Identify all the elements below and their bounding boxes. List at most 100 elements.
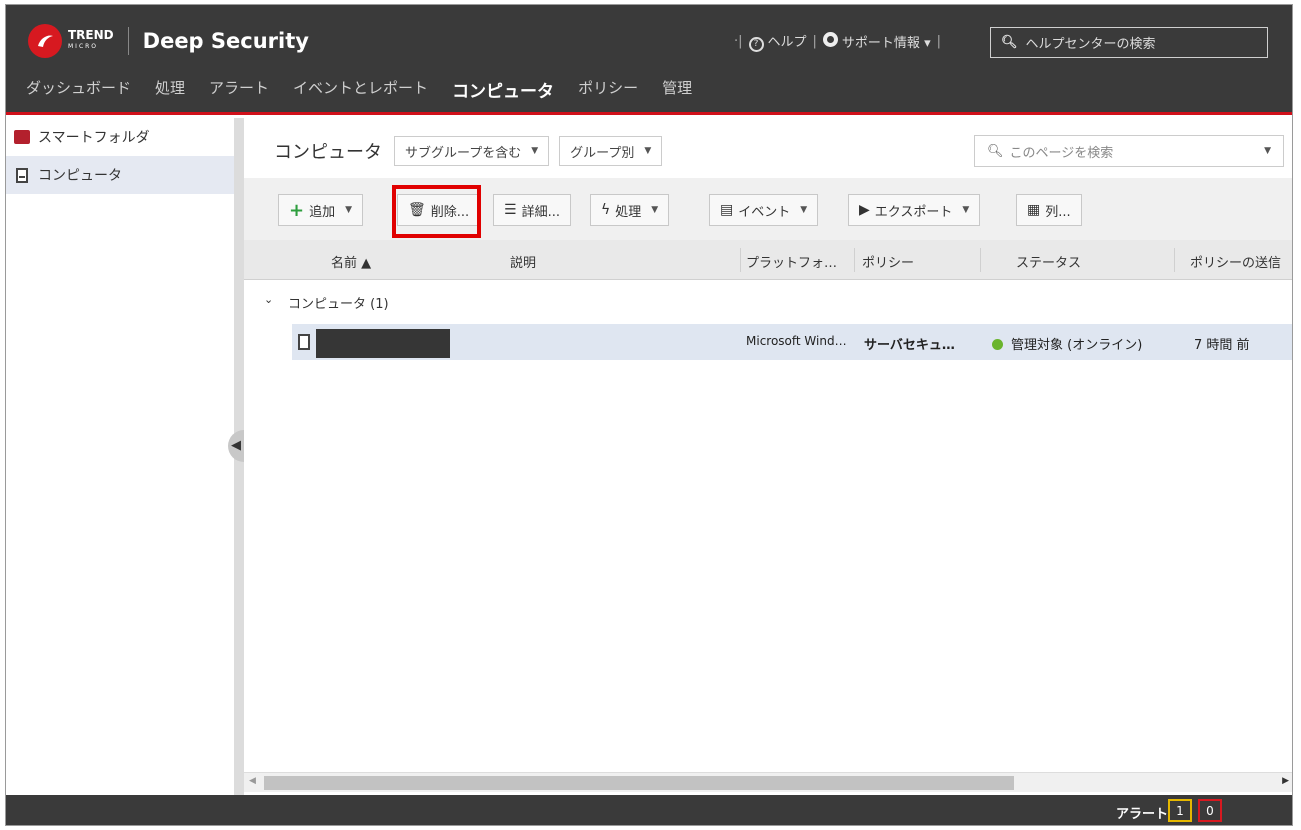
subgroup-value: サブグループを含む <box>405 145 522 161</box>
delete-highlight-box <box>392 185 481 238</box>
help-link[interactable]: ? ヘルプ <box>748 31 807 52</box>
search-icon: 🔍︎ <box>1001 35 1018 50</box>
brand[interactable]: TREND MICRO Deep Security <box>28 23 309 59</box>
column-status[interactable]: ステータス <box>1016 252 1081 271</box>
nav-administration[interactable]: 管理 <box>662 77 692 102</box>
chevron-left-icon: ◀ <box>231 438 241 453</box>
scrollbar-thumb[interactable] <box>264 776 1014 790</box>
column-policy-sent[interactable]: ポリシーの送信 <box>1190 252 1281 271</box>
column-description[interactable]: 説明 <box>510 252 536 271</box>
subgroup-dropdown[interactable]: サブグループを含む ▼ <box>394 136 550 166</box>
sidebar: スマートフォルダ コンピュータ <box>6 118 234 795</box>
table-row[interactable]: Microsoft Wind… サーバセキュ… 管理対象 (オンライン) 7 時… <box>292 324 1292 360</box>
support-label: サポート情報 <box>841 36 920 51</box>
page-search-placeholder: このページを検索 <box>1009 145 1114 161</box>
columns-button[interactable]: ▦ 列... <box>1016 194 1082 226</box>
sidebar-item-smart-folders[interactable]: スマートフォルダ <box>6 118 234 156</box>
chevron-down-icon: ▼ <box>345 205 353 215</box>
smart-folder-icon <box>14 130 30 144</box>
product-name: Deep Security <box>142 29 309 53</box>
help-label: ヘルプ <box>767 35 807 50</box>
cell-status: 管理対象 (オンライン) <box>992 334 1142 353</box>
column-platform[interactable]: プラットフォ… <box>746 252 837 271</box>
columns-icon: ▦ <box>1027 202 1041 218</box>
table-header: 名前 ▲ 説明 プラットフォ… ポリシー ステータス ポリシーの送信 <box>244 240 1292 280</box>
column-separator <box>740 248 741 272</box>
trend-micro-logo-icon <box>28 24 62 58</box>
group-label: コンピュータ (1) <box>288 297 389 312</box>
separator: | <box>812 34 817 49</box>
brand-top: TREND <box>68 28 114 42</box>
events-label: イベント <box>738 204 791 220</box>
support-menu[interactable]: サポート情報 ▾ <box>822 32 931 51</box>
chevron-down-icon: ⌄ <box>264 293 274 306</box>
warning-alert-badge[interactable]: 1 <box>1168 799 1192 822</box>
cell-platform: Microsoft Wind… <box>746 334 847 348</box>
sidebar-item-computers[interactable]: コンピュータ <box>6 156 234 194</box>
column-separator <box>980 248 981 272</box>
cell-policy: サーバセキュ… <box>864 338 955 353</box>
status-label: 管理対象 (オンライン) <box>1011 338 1143 353</box>
details-label: 詳細... <box>521 204 560 220</box>
column-separator <box>1174 248 1175 272</box>
top-header: TREND MICRO Deep Security ·| ? ヘルプ | サポート… <box>6 5 1292 115</box>
critical-alert-badge[interactable]: 0 <box>1198 799 1222 822</box>
main-nav: ダッシュボード 処理 アラート イベントとレポート コンピュータ ポリシー 管理 <box>26 77 716 102</box>
nav-alerts[interactable]: アラート <box>209 77 269 102</box>
brand-wordmark: TREND MICRO <box>68 28 114 52</box>
nav-actions[interactable]: 処理 <box>155 77 185 102</box>
brand-sub: MICRO <box>68 43 99 50</box>
nav-events-reports[interactable]: イベントとレポート <box>293 77 428 102</box>
group-by-value: グループ別 <box>570 145 635 161</box>
app-window: TREND MICRO Deep Security ·| ? ヘルプ | サポート… <box>5 4 1293 826</box>
computer-icon <box>16 167 28 183</box>
calendar-icon: ▤ <box>720 202 734 218</box>
cell-policy-sent: 7 時間 前 <box>1194 338 1250 353</box>
question-icon: ? <box>748 37 764 52</box>
list-icon: ☰ <box>504 202 517 218</box>
footer-bar: アラート 1 0 <box>6 795 1292 825</box>
details-button[interactable]: ☰ 詳細... <box>493 194 571 226</box>
page-search-input[interactable]: 🔍︎ このページを検索 ▼ <box>974 135 1284 167</box>
add-label: 追加 <box>309 204 336 220</box>
plus-icon: + <box>289 199 305 221</box>
main-panel: コンピュータ サブグループを含む ▼ グループ別 ▼ 🔍︎ このページを検索 ▼… <box>244 118 1292 795</box>
page-title: コンピュータ <box>274 142 382 163</box>
chevron-down-icon: ▼ <box>962 205 970 215</box>
lifebuoy-icon <box>822 32 838 47</box>
column-name[interactable]: 名前 ▲ <box>331 252 371 271</box>
add-button[interactable]: + 追加 ▼ <box>278 194 364 226</box>
export-label: エクスポート <box>874 204 953 220</box>
lightning-icon: ϟ <box>601 202 611 218</box>
column-policy[interactable]: ポリシー <box>862 252 914 271</box>
horizontal-scrollbar[interactable]: ◀ ▶ <box>244 772 1292 792</box>
chevron-down-icon: ▼ <box>800 205 808 215</box>
computer-icon <box>298 334 310 350</box>
nav-policies[interactable]: ポリシー <box>578 77 638 102</box>
export-button[interactable]: ▶ エクスポート ▼ <box>848 194 981 226</box>
redacted-hostname <box>316 329 450 358</box>
export-icon: ▶ <box>859 202 870 218</box>
nav-computers[interactable]: コンピュータ <box>452 77 554 102</box>
brand-divider <box>127 27 129 55</box>
scroll-left-icon[interactable]: ◀ <box>249 776 256 786</box>
actions-label: 処理 <box>615 204 642 220</box>
sidebar-item-label: スマートフォルダ <box>38 130 150 146</box>
events-button[interactable]: ▤ イベント ▼ <box>709 194 819 226</box>
separator: ·| <box>734 34 743 49</box>
chevron-down-icon: ▾ <box>924 36 931 51</box>
chevron-down-icon[interactable]: ▼ <box>1264 146 1271 156</box>
separator: | <box>936 34 941 49</box>
scroll-right-icon[interactable]: ▶ <box>1282 776 1289 786</box>
columns-label: 列... <box>1045 204 1071 220</box>
search-icon: 🔍︎ <box>987 143 1004 159</box>
header-links: ·| ? ヘルプ | サポート情報 ▾ | <box>728 31 947 52</box>
help-search-input[interactable]: 🔍︎ ヘルプセンターの検索 <box>990 27 1268 58</box>
group-by-dropdown[interactable]: グループ別 ▼ <box>559 136 663 166</box>
chevron-down-icon: ▼ <box>651 205 659 215</box>
chevron-down-icon: ▼ <box>644 146 652 156</box>
status-online-icon <box>992 339 1003 350</box>
help-search-placeholder: ヘルプセンターの検索 <box>1025 37 1156 52</box>
nav-dashboard[interactable]: ダッシュボード <box>26 77 131 102</box>
actions-button[interactable]: ϟ 処理 ▼ <box>590 194 670 226</box>
